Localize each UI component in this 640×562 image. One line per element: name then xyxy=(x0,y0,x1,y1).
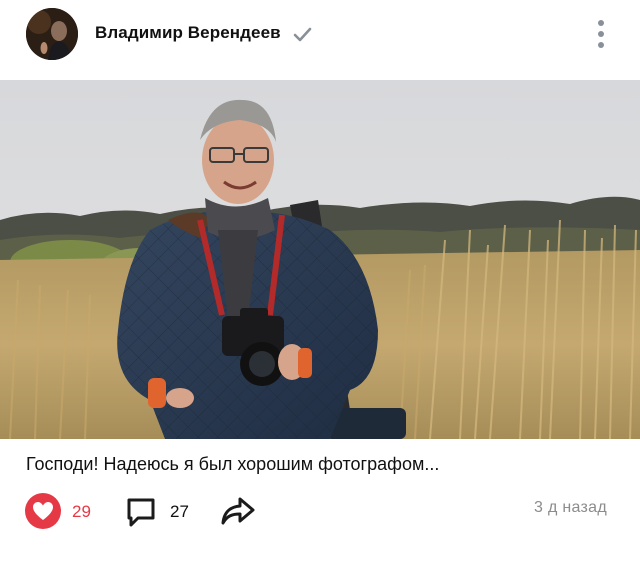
avatar[interactable] xyxy=(26,8,78,60)
author-name[interactable]: Владимир Верендеев xyxy=(95,23,281,43)
post-actions: 29 27 3 д назад xyxy=(0,490,640,532)
post-header: Владимир Верендеев xyxy=(0,0,640,70)
like-heart-icon[interactable] xyxy=(24,492,62,530)
more-options-icon[interactable] xyxy=(590,18,612,50)
post-card: Владимир Верендеев Господи! Надеюсь я бы… xyxy=(0,0,640,562)
verified-check-icon xyxy=(292,24,312,44)
share-arrow-icon[interactable] xyxy=(220,495,256,527)
post-timestamp: 3 д назад xyxy=(534,499,607,516)
post-photo[interactable] xyxy=(0,80,640,439)
comment-count: 27 xyxy=(170,502,189,521)
comment-icon[interactable] xyxy=(124,495,158,529)
like-count: 29 xyxy=(72,502,91,521)
post-caption: Господи! Надеюсь я был хорошим фотографо… xyxy=(26,454,440,474)
